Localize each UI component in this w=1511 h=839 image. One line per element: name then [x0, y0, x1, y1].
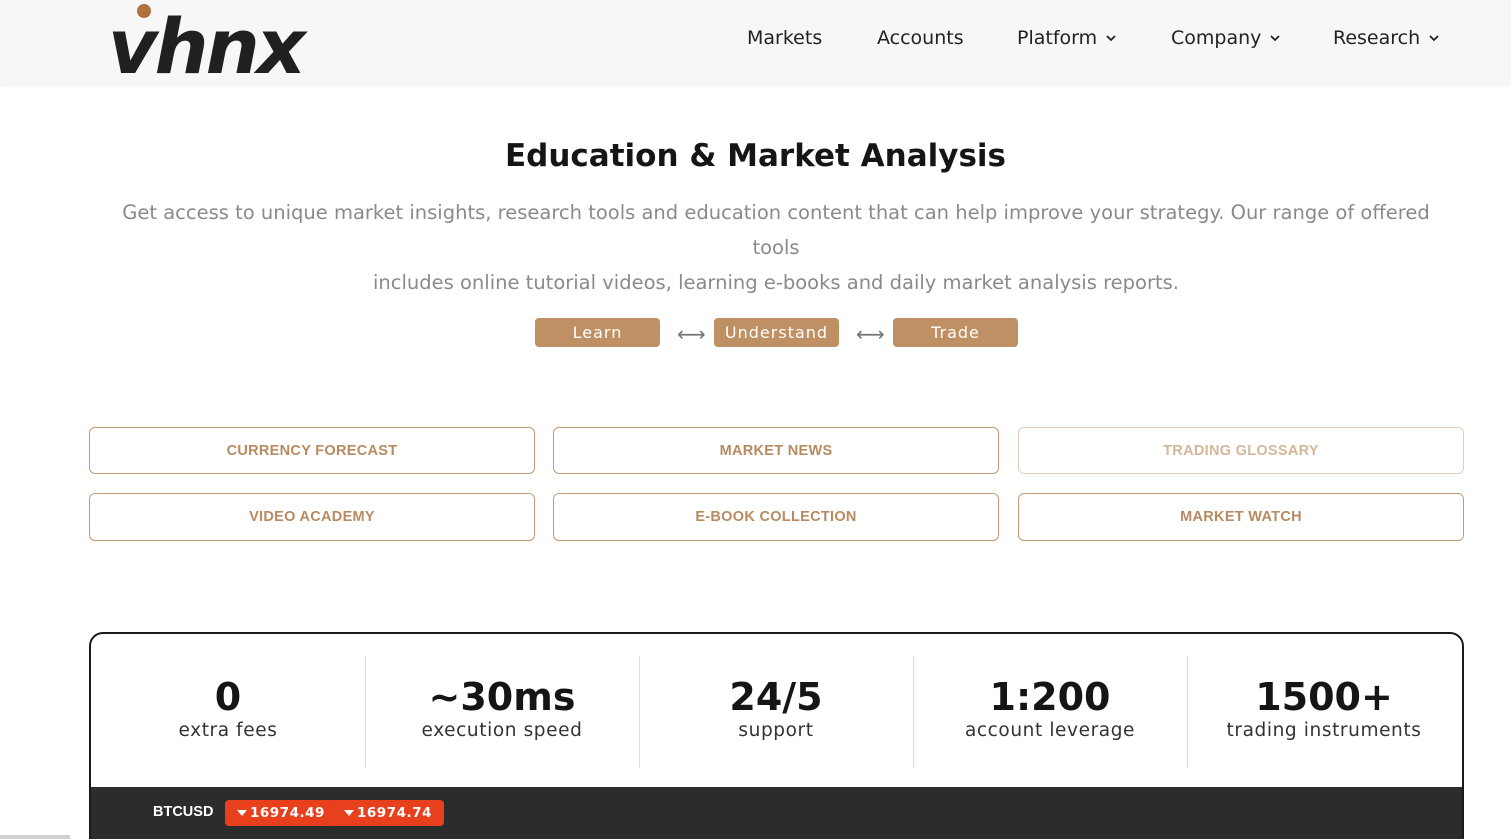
bid-price-badge[interactable]: 16974.49 — [225, 800, 337, 826]
stat-value: ~30ms — [428, 675, 576, 719]
stat-extra-fees: 0 extra fees — [91, 654, 365, 768]
double-arrow-icon: ⟷ — [677, 322, 706, 346]
subtitle-line-1: Get access to unique market insights, re… — [122, 201, 1430, 259]
nav-markets[interactable]: Markets — [747, 23, 822, 53]
ask-price-badge[interactable]: 16974.74 — [332, 800, 444, 826]
market-news-button[interactable]: MARKET NEWS — [553, 427, 999, 474]
double-arrow-icon: ⟷ — [856, 322, 885, 346]
horizontal-scrollbar[interactable] — [0, 835, 70, 839]
step-learn-badge: Learn — [535, 318, 660, 347]
nav-markets-label: Markets — [747, 27, 823, 49]
currency-forecast-button[interactable]: CURRENCY FORECAST — [89, 427, 535, 474]
price-ticker: BTCUSD 16974.49 16974.74 — [91, 787, 1462, 839]
market-watch-button[interactable]: MARKET WATCH — [1018, 493, 1464, 541]
chevron-down-icon — [1270, 35, 1281, 42]
ask-price: 16974.74 — [357, 805, 432, 821]
nav-platform[interactable]: Platform — [1017, 23, 1117, 53]
stat-value: 1500+ — [1255, 675, 1393, 719]
brand-logo[interactable]: vhnx — [108, 0, 313, 80]
stat-execution-speed: ~30ms execution speed — [365, 654, 639, 768]
ebook-collection-button[interactable]: E-BOOK COLLECTION — [553, 493, 999, 541]
stat-trading-instruments: 1500+ trading instruments — [1187, 654, 1461, 768]
stat-value: 1:200 — [989, 675, 1111, 719]
stat-value: 24/5 — [729, 675, 823, 719]
stat-support: 24/5 support — [639, 654, 913, 768]
stat-account-leverage: 1:200 account leverage — [913, 654, 1187, 768]
nav-company-label: Company — [1171, 27, 1262, 49]
down-arrow-icon — [237, 810, 247, 816]
video-academy-button[interactable]: VIDEO ACADEMY — [89, 493, 535, 541]
subtitle-line-2: includes online tutorial videos, learnin… — [372, 271, 1179, 294]
stat-label: extra fees — [178, 720, 278, 741]
stat-value: 0 — [214, 675, 242, 719]
site-header: vhnx Markets Accounts Platform Company R… — [0, 0, 1511, 84]
nav-accounts-label: Accounts — [877, 27, 964, 49]
stat-label: execution speed — [421, 720, 583, 741]
nav-accounts[interactable]: Accounts — [877, 23, 964, 53]
nav-research[interactable]: Research — [1333, 23, 1440, 53]
ticker-symbol[interactable]: BTCUSD — [153, 804, 213, 820]
chevron-down-icon — [1106, 35, 1116, 42]
down-arrow-icon — [344, 810, 354, 816]
page-subtitle: Get access to unique market insights, re… — [106, 195, 1446, 300]
stat-label: account leverage — [964, 720, 1136, 741]
stat-label: support — [738, 720, 814, 741]
step-trade-badge: Trade — [893, 318, 1018, 347]
stats-panel: 0 extra fees ~30ms execution speed 24/5 … — [89, 632, 1464, 839]
page-title: Education & Market Analysis — [505, 138, 1006, 174]
chevron-down-icon — [1429, 35, 1439, 42]
nav-research-label: Research — [1333, 27, 1421, 49]
nav-platform-label: Platform — [1017, 27, 1098, 49]
bid-price: 16974.49 — [250, 805, 325, 821]
trading-glossary-button[interactable]: TRADING GLOSSARY — [1018, 427, 1464, 474]
nav-company[interactable]: Company — [1171, 23, 1281, 53]
step-understand-badge: Understand — [714, 318, 839, 347]
stat-label: trading instruments — [1226, 720, 1422, 741]
